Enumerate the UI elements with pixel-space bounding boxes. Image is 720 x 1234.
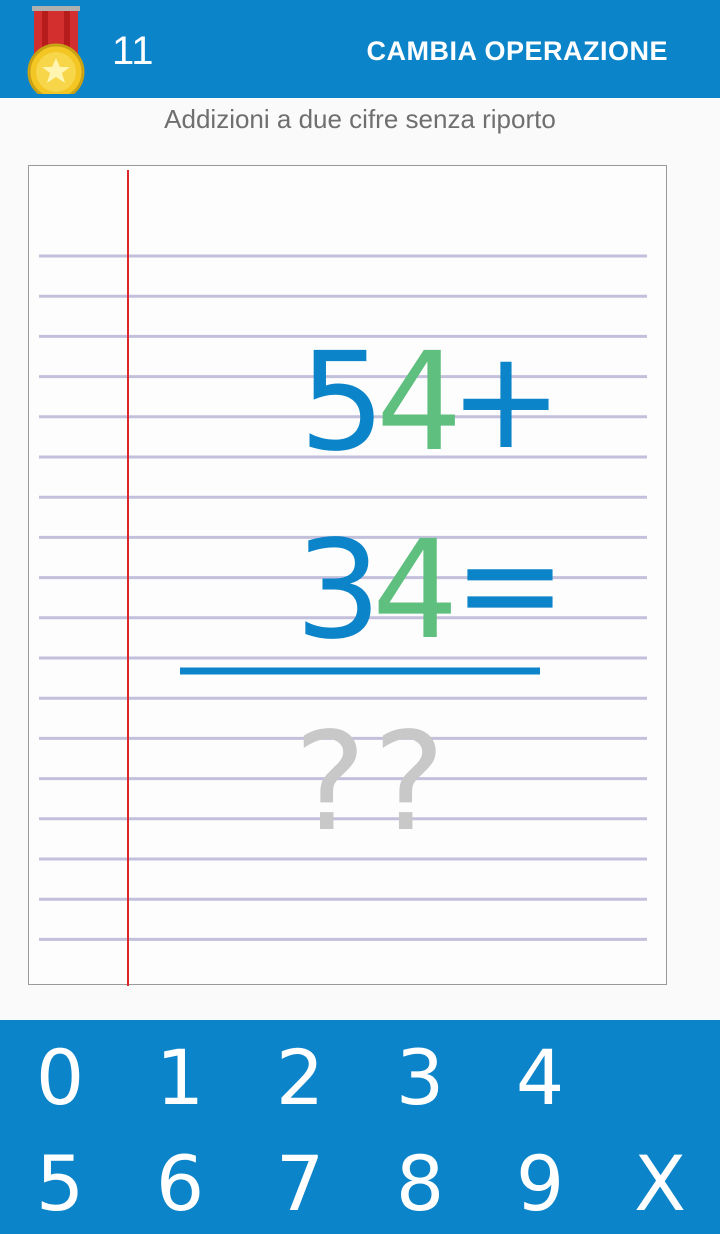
notebook-sheet: 5 4 + 3 4 = ? ? xyxy=(28,165,667,986)
key-2[interactable]: 2 xyxy=(250,1028,350,1128)
operand2-units-digit: 4 xyxy=(372,512,459,670)
clear-key[interactable]: X xyxy=(610,1134,710,1234)
key-1[interactable]: 1 xyxy=(130,1028,230,1128)
key-0[interactable]: 0 xyxy=(10,1028,110,1128)
answer-units-placeholder: ? xyxy=(373,704,446,862)
equals-sign: = xyxy=(453,506,567,664)
key-5[interactable]: 5 xyxy=(10,1134,110,1234)
plus-sign: + xyxy=(449,322,563,480)
key-4[interactable]: 4 xyxy=(490,1028,590,1128)
key-6[interactable]: 6 xyxy=(130,1134,230,1234)
exercise-title: Addizioni a due cifre senza riporto xyxy=(164,104,556,134)
app-bar: 11 CAMBIA OPERAZIONE xyxy=(0,0,720,98)
key-8[interactable]: 8 xyxy=(370,1134,470,1234)
answer-tens-placeholder: ? xyxy=(294,704,367,862)
number-keypad: 0 1 2 3 4 5 6 7 8 9 X xyxy=(0,1020,720,1234)
medal-icon xyxy=(27,6,85,94)
key-7[interactable]: 7 xyxy=(250,1134,350,1234)
operand2-tens-digit: 3 xyxy=(295,512,382,670)
change-operation-button[interactable]: CAMBIA OPERAZIONE xyxy=(366,34,668,68)
key-3[interactable]: 3 xyxy=(370,1028,470,1128)
key-9[interactable]: 9 xyxy=(490,1134,590,1234)
operand1-tens-digit: 5 xyxy=(299,324,386,482)
score-count: 11 xyxy=(112,29,154,73)
